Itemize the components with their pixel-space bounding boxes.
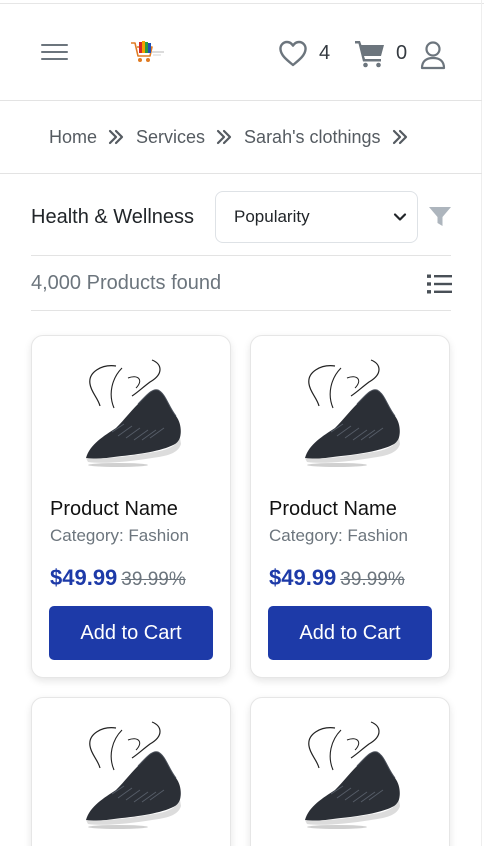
old-price: 39.99% [121, 569, 186, 590]
divider [31, 255, 451, 256]
shopping-cart-icon [355, 41, 384, 68]
add-to-cart-button[interactable]: Add to Cart [49, 606, 213, 660]
sneaker-image [82, 720, 182, 830]
breadcrumb-services[interactable]: Services [136, 127, 205, 148]
product-card[interactable] [250, 697, 450, 846]
hamburger-menu-button[interactable] [40, 40, 70, 64]
current-price: $49.99 [50, 565, 118, 590]
sort-select[interactable]: Popularity [215, 191, 418, 243]
filter-icon [429, 207, 451, 226]
cart-count: 0 [396, 41, 408, 64]
product-category: Category: Fashion [50, 526, 189, 545]
sort-value: Popularity [234, 207, 310, 226]
user-icon [420, 41, 446, 70]
product-price: $49.99 39.99% [50, 565, 186, 591]
current-price: $49.99 [269, 565, 337, 590]
menu-bar [41, 44, 68, 46]
sneaker-image [301, 720, 401, 830]
divider [31, 310, 451, 311]
user-account-button[interactable] [420, 40, 446, 70]
filter-button[interactable] [428, 206, 452, 228]
breadcrumb-store[interactable]: Sarah's clothings [244, 127, 381, 148]
list-view-button[interactable] [427, 273, 452, 295]
breadcrumb-home[interactable]: Home [49, 127, 97, 148]
double-chevron-right-icon [108, 129, 124, 145]
product-name[interactable]: Product Name [50, 498, 178, 521]
breadcrumb: Home Services Sarah's clothings [0, 101, 482, 174]
store-logo[interactable] [128, 38, 168, 68]
app-header: 4 0 [0, 4, 482, 101]
cart-button[interactable]: 0 [354, 36, 407, 70]
product-price: $49.99 39.99% [269, 565, 405, 591]
product-card[interactable]: Product Name Category: Fashion $49.99 39.… [250, 335, 450, 678]
menu-bar [41, 51, 68, 53]
sneaker-image [301, 358, 401, 468]
wishlist-button[interactable]: 4 [278, 37, 330, 69]
product-card[interactable] [31, 697, 231, 846]
double-chevron-right-icon [216, 129, 232, 145]
product-card[interactable]: Product Name Category: Fashion $49.99 39.… [31, 335, 231, 678]
category-title: Health & Wellness [31, 206, 195, 228]
add-to-cart-button[interactable]: Add to Cart [268, 606, 432, 660]
double-chevron-right-icon [392, 129, 408, 145]
chevron-down-icon [393, 213, 407, 221]
list-view-icon [427, 274, 452, 294]
product-name[interactable]: Product Name [269, 498, 397, 521]
old-price: 39.99% [340, 569, 405, 590]
sneaker-image [82, 358, 182, 468]
heart-icon [279, 40, 307, 66]
wishlist-count: 4 [319, 41, 331, 64]
product-category: Category: Fashion [269, 526, 408, 545]
products-found-count: 4,000 Products found [31, 272, 222, 294]
menu-bar [41, 58, 68, 60]
